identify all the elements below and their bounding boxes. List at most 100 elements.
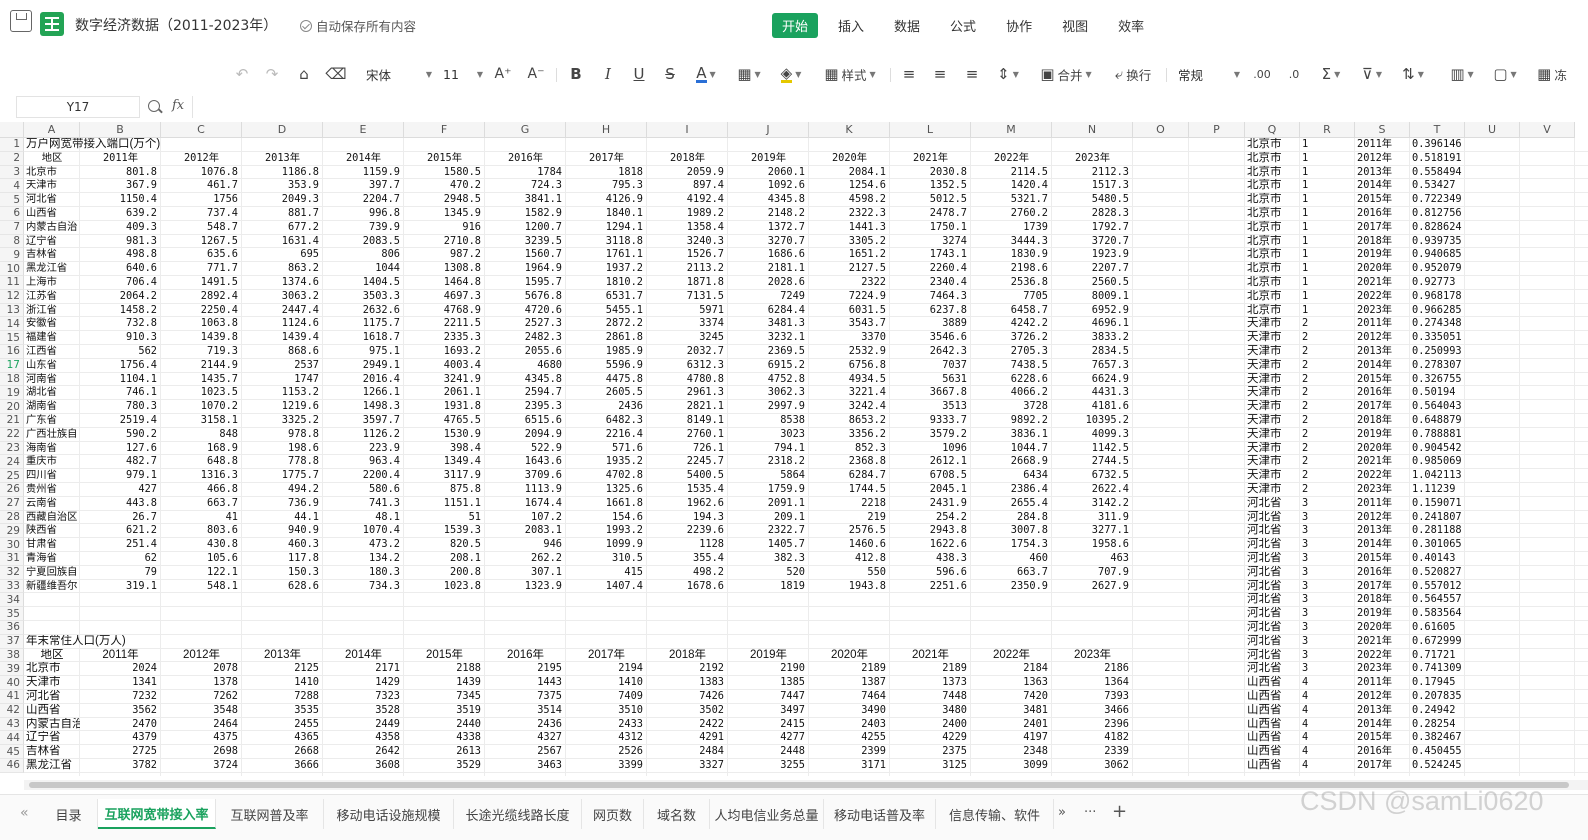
cell[interactable]: 2021年	[1355, 455, 1410, 469]
cell[interactable]: 2948.5	[404, 193, 485, 207]
cell[interactable]: 2019年	[728, 152, 809, 166]
cell[interactable]: 吉林省	[24, 248, 80, 262]
cell[interactable]: 7448	[890, 690, 971, 704]
cell[interactable]: 3	[1300, 662, 1355, 676]
cell[interactable]: 1622.6	[890, 538, 971, 552]
cell[interactable]: 0.281188	[1410, 524, 1465, 538]
row-header-26[interactable]: 26	[0, 483, 24, 497]
cell[interactable]: 430.8	[161, 538, 242, 552]
cell[interactable]: 6915.2	[728, 359, 809, 373]
cell[interactable]: 1840.1	[566, 207, 647, 221]
cell[interactable]: 山西省	[24, 704, 80, 718]
cell[interactable]: 863.2	[242, 262, 323, 276]
cell[interactable]: 820.5	[404, 538, 485, 552]
cell[interactable]: 6732.5	[1052, 469, 1133, 483]
cell[interactable]: 4358	[323, 731, 404, 745]
cell[interactable]: 3118.8	[566, 235, 647, 249]
cell[interactable]: 2021年	[890, 649, 971, 663]
cell[interactable]: 2	[1300, 428, 1355, 442]
cell[interactable]: 2892.4	[161, 290, 242, 304]
cell[interactable]: 2322.3	[809, 207, 890, 221]
column-header-K[interactable]: K	[809, 122, 890, 138]
cell[interactable]: 2012年	[161, 649, 242, 663]
cell[interactable]: 0.564043	[1410, 400, 1465, 414]
cell[interactable]: 1560.7	[485, 248, 566, 262]
cell[interactable]: 天津市	[1245, 469, 1300, 483]
cell[interactable]: 4003.4	[404, 359, 485, 373]
cell[interactable]: 2014年	[323, 649, 404, 663]
cell[interactable]: 794.1	[728, 442, 809, 456]
cell[interactable]: 198.6	[242, 442, 323, 456]
cell[interactable]: 7705	[971, 290, 1052, 304]
cell[interactable]: 山西省	[1245, 690, 1300, 704]
cell[interactable]: 6458.7	[971, 304, 1052, 318]
cell[interactable]: 3529	[404, 759, 485, 773]
cell[interactable]: 2016年	[485, 649, 566, 663]
cell[interactable]: 江苏省	[24, 290, 80, 304]
cell[interactable]: 461.7	[161, 179, 242, 193]
cell[interactable]: 5455.1	[566, 304, 647, 318]
cell[interactable]: 1153.2	[242, 386, 323, 400]
add-sheet-icon[interactable]: +	[1112, 801, 1127, 822]
sheet-tab-5[interactable]: 网页数	[582, 799, 644, 829]
cell[interactable]: 广西壮族自	[24, 428, 80, 442]
cell[interactable]: 3	[1300, 511, 1355, 525]
cell[interactable]: 青海省	[24, 552, 80, 566]
cell[interactable]: 河北省	[1245, 607, 1300, 621]
cell[interactable]: 6756.8	[809, 359, 890, 373]
cell[interactable]: 3240.3	[647, 235, 728, 249]
cell[interactable]: 5971	[647, 304, 728, 318]
cell[interactable]: 2014年	[1355, 718, 1410, 732]
cell[interactable]: 0.518191	[1410, 152, 1465, 166]
column-header-A[interactable]: A	[24, 122, 80, 138]
cell[interactable]: 6624.9	[1052, 373, 1133, 387]
cell[interactable]: 2013年	[1355, 166, 1410, 180]
cell[interactable]: 2013年	[1355, 524, 1410, 538]
cell[interactable]: 1439.4	[242, 331, 323, 345]
cell[interactable]: 2016年	[1355, 566, 1410, 580]
cell[interactable]: 陕西省	[24, 524, 80, 538]
cell[interactable]: 湖南省	[24, 400, 80, 414]
cell[interactable]: 2399	[809, 745, 890, 759]
cell[interactable]: 7438.5	[971, 359, 1052, 373]
cell[interactable]: 3062.3	[728, 386, 809, 400]
cell[interactable]: 2	[1300, 455, 1355, 469]
cell[interactable]: 7375	[485, 690, 566, 704]
cell[interactable]: 2061.1	[404, 386, 485, 400]
save-icon[interactable]	[10, 10, 32, 32]
cell[interactable]: 2386.4	[971, 483, 1052, 497]
cell[interactable]: 2084.1	[809, 166, 890, 180]
row-header-25[interactable]: 25	[0, 469, 24, 483]
cell[interactable]: 4475.8	[566, 373, 647, 387]
cell[interactable]: 2250.4	[161, 304, 242, 318]
cell[interactable]: 4598.2	[809, 193, 890, 207]
cell[interactable]: 2245.7	[647, 455, 728, 469]
menu-tab-0[interactable]: 开始	[772, 13, 819, 38]
row-header-5[interactable]: 5	[0, 193, 24, 207]
cell[interactable]: 0.159071	[1410, 497, 1465, 511]
cell[interactable]: 山西省	[1245, 759, 1300, 773]
cell[interactable]: 0.904542	[1410, 442, 1465, 456]
cell[interactable]: 127.6	[80, 442, 161, 456]
cell[interactable]: 443.8	[80, 497, 161, 511]
row-header-15[interactable]: 15	[0, 331, 24, 345]
cell[interactable]: 466.8	[161, 483, 242, 497]
cell[interactable]: 2519.4	[80, 414, 161, 428]
cell[interactable]: 0.450455	[1410, 745, 1465, 759]
cell[interactable]: 2125	[242, 662, 323, 676]
cell[interactable]: 7464.3	[890, 290, 971, 304]
cell[interactable]: 3	[1300, 621, 1355, 635]
cell[interactable]: 4099.3	[1052, 428, 1133, 442]
row-header-18[interactable]: 18	[0, 372, 24, 387]
cell[interactable]: 5596.9	[566, 359, 647, 373]
cell[interactable]: 0.788881	[1410, 428, 1465, 442]
cell[interactable]: 1	[1300, 152, 1355, 166]
cell[interactable]: 2019年	[728, 649, 809, 663]
cell[interactable]: 2064.2	[80, 290, 161, 304]
row-header-12[interactable]: 12	[0, 289, 24, 304]
sheet-tab-0[interactable]: 目录	[40, 799, 98, 829]
cell[interactable]: 河北省	[1245, 593, 1300, 607]
cell[interactable]: 2014年	[1355, 359, 1410, 373]
cell[interactable]: 1104.1	[80, 373, 161, 387]
cell[interactable]: 2200.4	[323, 469, 404, 483]
